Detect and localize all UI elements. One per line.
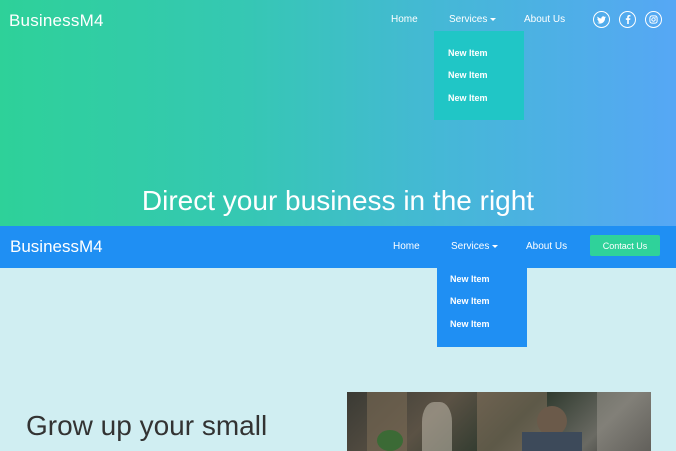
brand-logo[interactable]: BusinessM4 bbox=[9, 11, 104, 31]
dropdown-item[interactable]: New Item bbox=[448, 48, 488, 58]
nav-services-label: Services bbox=[451, 241, 490, 252]
dropdown-item[interactable]: New Item bbox=[448, 93, 488, 103]
services-dropdown: New Item New Item New Item bbox=[434, 31, 524, 120]
facebook-icon[interactable] bbox=[619, 11, 636, 28]
nav-about[interactable]: About Us bbox=[526, 241, 567, 252]
nav-services[interactable]: Services bbox=[449, 14, 497, 25]
dropdown-item[interactable]: New Item bbox=[448, 70, 488, 80]
chevron-down-icon bbox=[490, 17, 497, 21]
nav-about[interactable]: About Us bbox=[524, 14, 565, 25]
team-photo bbox=[347, 392, 651, 451]
hero-section: BusinessM4 Home Services About Us New It… bbox=[0, 0, 676, 226]
brand-logo[interactable]: BusinessM4 bbox=[10, 237, 103, 257]
nav-home[interactable]: Home bbox=[391, 14, 418, 25]
services-dropdown: New Item New Item New Item bbox=[437, 268, 527, 347]
section-title: Grow up your small bbox=[26, 410, 268, 441]
nav-services[interactable]: Services bbox=[451, 241, 499, 252]
dropdown-item[interactable]: New Item bbox=[450, 296, 490, 306]
sticky-navbar: BusinessM4 Home Services About Us Contac… bbox=[0, 226, 676, 268]
chevron-down-icon bbox=[492, 244, 499, 248]
dropdown-item[interactable]: New Item bbox=[450, 319, 490, 329]
nav-services-label: Services bbox=[449, 14, 488, 25]
hero-headline: Direct your business in the right bbox=[141, 185, 535, 216]
content-section: Grow up your small bbox=[0, 268, 676, 451]
nav-home[interactable]: Home bbox=[393, 241, 420, 252]
contact-us-button[interactable]: Contact Us bbox=[590, 235, 660, 256]
twitter-icon[interactable] bbox=[593, 11, 610, 28]
dropdown-item[interactable]: New Item bbox=[450, 274, 490, 284]
instagram-icon[interactable] bbox=[645, 11, 662, 28]
